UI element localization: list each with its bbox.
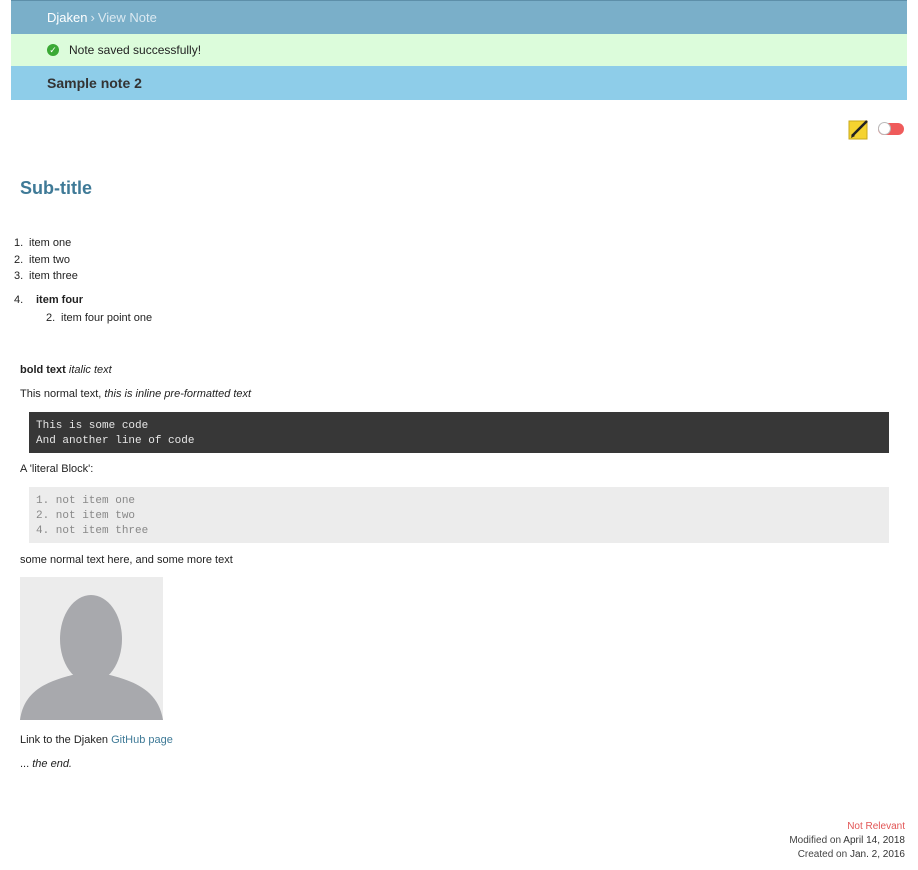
pencil-icon[interactable] xyxy=(848,118,870,140)
brand-link[interactable]: Djaken xyxy=(47,10,87,25)
italic-text: italic text xyxy=(68,364,112,376)
list-number: 1. xyxy=(14,237,24,249)
list-number: 3. xyxy=(14,270,24,282)
avatar-image xyxy=(20,577,163,720)
relevance-status: Not Relevant xyxy=(847,821,905,832)
code-block: This is some code And another line of co… xyxy=(29,412,889,453)
nested-list-item: 2. item four point one xyxy=(46,312,152,324)
note-subtitle: Sub-title xyxy=(20,178,92,198)
normal-text-line: This normal text, this is inline pre-for… xyxy=(20,388,251,400)
success-alert: ✓ Note saved successfully! xyxy=(11,34,907,66)
list-item: 3. item three xyxy=(14,270,78,287)
ordered-list: 1. item one 2. item two 3. item three xyxy=(14,237,78,287)
list-item: 4. item four xyxy=(14,294,152,306)
relevance-toggle[interactable] xyxy=(878,122,904,135)
person-silhouette-icon xyxy=(20,595,163,720)
link-line: Link to the Djaken GitHub page xyxy=(20,734,173,746)
breadcrumb-separator: › xyxy=(90,10,95,25)
note-tools xyxy=(848,118,904,140)
note-frame: Djaken › View Note ✓ Note saved successf… xyxy=(11,0,907,100)
modified-date: April 14, 2018 xyxy=(843,835,905,846)
note-footer: Not Relevant Modified on April 14, 2018 … xyxy=(789,820,905,862)
modified-line: Modified on April 14, 2018 xyxy=(789,834,905,848)
list-text: item one xyxy=(29,237,72,249)
list-number: 2. xyxy=(46,312,56,324)
toggle-knob xyxy=(878,122,891,135)
end-line: ... the end. xyxy=(20,758,72,770)
literal-block: 1. not item one 2. not item two 4. not i… xyxy=(29,487,889,543)
created-date: Jan. 2, 2016 xyxy=(849,849,905,860)
literal-label: A 'literal Block': xyxy=(20,463,94,475)
alert-message: Note saved successfully! xyxy=(69,43,202,57)
list-text: item four xyxy=(36,294,84,306)
ordered-list-item-four: 4. item four 2. item four point one xyxy=(14,294,152,324)
top-nav-bar: Djaken › View Note xyxy=(11,0,907,34)
end-text: the end. xyxy=(32,758,72,770)
list-text: item two xyxy=(29,253,70,266)
link-prefix: Link to the Djaken xyxy=(20,734,109,746)
bold-text: bold text xyxy=(20,364,66,376)
note-title: Sample note 2 xyxy=(47,75,142,91)
inline-pre-text: this is inline pre-formatted text xyxy=(104,388,252,400)
list-item: 1. item one xyxy=(14,237,78,254)
check-circle-icon: ✓ xyxy=(47,44,59,56)
list-number: 4. xyxy=(14,294,24,306)
list-number: 2. xyxy=(14,253,24,266)
created-line: Created on Jan. 2, 2016 xyxy=(789,848,905,862)
end-prefix: ... xyxy=(20,758,30,770)
list-text: item four point one xyxy=(61,312,153,324)
formatting-line: bold text italic text xyxy=(20,364,112,376)
breadcrumb-current: View Note xyxy=(97,10,157,25)
modified-label: Modified on xyxy=(789,835,842,846)
more-text: some normal text here, and some more tex… xyxy=(20,554,233,566)
note-title-bar: Sample note 2 xyxy=(11,66,907,100)
github-link[interactable]: GitHub page xyxy=(111,734,173,746)
list-item: 2. item two xyxy=(14,254,78,271)
created-label: Created on xyxy=(797,849,848,860)
normal-text: This normal text, xyxy=(20,388,102,400)
list-text: item three xyxy=(29,270,78,282)
